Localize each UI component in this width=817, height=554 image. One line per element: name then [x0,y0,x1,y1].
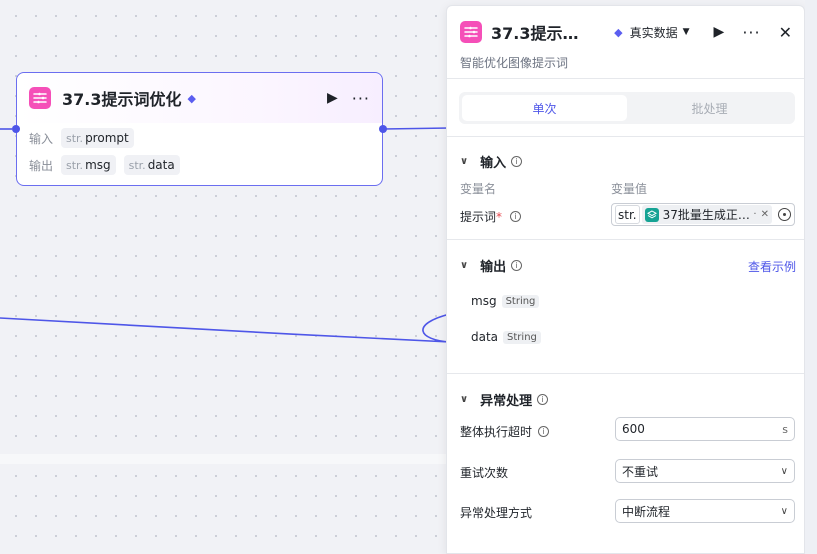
chevron-down-icon: ∨ [460,260,469,271]
output-item: msg String [471,294,540,308]
node-run-icon[interactable]: ▶ [327,90,338,106]
error-method-select[interactable]: 中断流程 ∨ [615,499,795,523]
chevron-down-icon: ∨ [780,505,788,517]
data-mode-dropdown[interactable]: ◆ 真实数据 ▼ [614,24,689,41]
node-output-port[interactable] [379,125,387,133]
input-section-header[interactable]: ∨ 输入 i [460,152,523,171]
retry-select[interactable]: 不重试 ∨ [615,459,795,483]
node-output-label: 输出 [29,158,54,173]
chevron-down-icon: ∨ [460,394,469,405]
retry-value: 不重试 [622,464,659,479]
output-section-header[interactable]: ∨ 输出 i [460,256,523,275]
input-section-title: 输入 [480,156,507,171]
info-icon: i [537,394,549,405]
chevron-down-icon: ∨ [780,465,788,477]
error-method-label: 异常处理方式 [460,506,533,520]
prompt-value-field[interactable]: str. 37批量生成正… · ✕ [611,203,795,226]
col-var-value: 变量值 [611,182,648,196]
close-icon[interactable]: ✕ [779,23,792,42]
node-output-chip: str. msg [61,155,116,175]
panel-more-icon[interactable]: ··· [742,23,760,42]
info-icon: i [538,426,550,437]
info-icon: i [511,260,523,271]
output-item-name: msg [471,294,497,308]
right-edge-strip [805,0,817,554]
tab-single[interactable]: 单次 [462,95,627,121]
output-item-type: String [503,330,541,344]
node-more-icon[interactable]: ··· [352,89,370,108]
panel-run-icon[interactable]: ▶ [714,24,725,40]
output-item: data String [471,330,541,344]
node-output-row: 输出 str. msg str. data [17,152,382,178]
panel-description: 智能优化图像提示词 [460,56,569,70]
error-method-value: 中断流程 [622,504,671,519]
node-input-chip: str. prompt [61,128,134,148]
value-type-selector[interactable]: str. [615,205,640,224]
reference-tail: · [753,209,757,220]
panel-app-icon [460,21,482,43]
target-icon[interactable] [778,208,791,221]
chevron-down-icon: ∨ [460,156,469,167]
diamond-icon: ◆ [187,91,196,105]
prompt-field-label: 提示词 * i [460,208,522,225]
diamond-icon: ◆ [614,25,623,39]
clear-icon[interactable]: ✕ [761,209,769,220]
divider [447,136,804,137]
panel-header: 37.3提示… ◆ 真实数据 ▼ ▶ ··· ✕ [460,20,792,44]
node-config-panel: 37.3提示… ◆ 真实数据 ▼ ▶ ··· ✕ 智能优化图像提示词 单次 批处… [446,5,805,554]
timeout-unit: s [782,422,788,436]
divider [447,78,804,79]
info-icon: i [511,156,523,167]
error-section-header[interactable]: ∨ 异常处理 i [460,390,549,409]
timeout-value: 600 [622,422,645,436]
output-item-type: String [501,294,540,308]
output-section-title: 输出 [480,260,507,275]
node-input-row: 输入 str. prompt [17,125,382,151]
node-app-icon [29,87,51,109]
data-mode-label: 真实数据 [629,25,678,40]
node-input-port[interactable] [12,125,20,133]
col-var-name: 变量名 [460,182,497,196]
run-mode-tabs: 单次 批处理 [459,92,795,124]
reference-text: 37批量生成正… [662,208,750,222]
error-section-title: 异常处理 [480,394,533,409]
panel-title: 37.3提示… [491,24,579,43]
info-icon: i [510,211,522,222]
node-input-label: 输入 [29,131,54,146]
divider [447,239,804,240]
divider [447,373,804,374]
workflow-node[interactable]: 37.3提示词优化 ◆ ▶ ··· 输入 str. prompt 输出 str. m… [16,72,383,186]
timeout-input[interactable]: 600 s [615,417,795,441]
tab-batch[interactable]: 批处理 [627,95,792,121]
view-example-link[interactable]: 查看示例 [748,258,796,275]
caret-down-icon: ▼ [682,27,690,37]
timeout-label: 整体执行超时 i [460,423,550,440]
node-output-chip: str. data [123,155,180,175]
required-mark: * [496,209,503,224]
layers-icon [644,207,659,222]
variable-reference-chip[interactable]: 37批量生成正… · ✕ [641,205,772,224]
retry-label: 重试次数 [460,466,509,480]
node-title: 37.3提示词优化 [62,90,182,109]
node-header: 37.3提示词优化 ◆ ▶ ··· [17,73,382,123]
output-item-name: data [471,330,499,344]
